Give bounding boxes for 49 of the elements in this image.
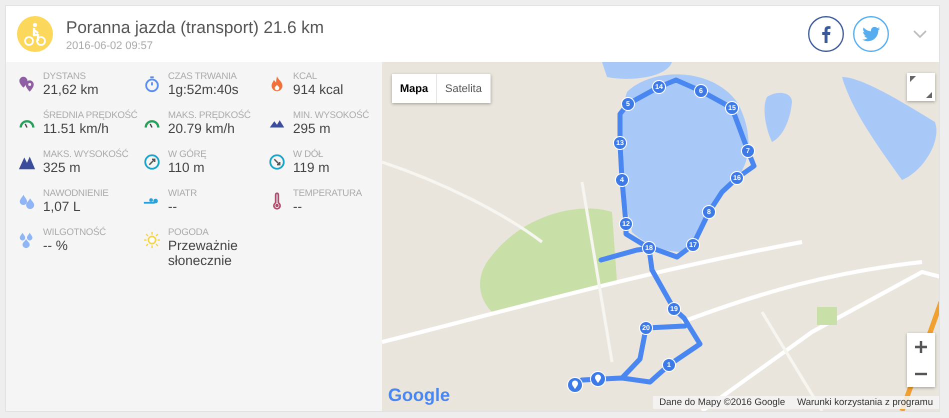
stat-label: ŚREDNIA PRĘDKOŚĆ <box>43 110 138 121</box>
stat-label: NAWODNIENIE <box>43 188 109 199</box>
stat-label: MIN. WYSOKOŚĆ <box>293 110 370 121</box>
map-pins-icon <box>18 75 36 93</box>
stat-value: 20.79 km/h <box>168 121 236 136</box>
fullscreen-button[interactable] <box>907 73 935 101</box>
stat-value: -- % <box>43 238 69 253</box>
stat-label: KCAL <box>293 71 318 82</box>
stat-value: 11.51 km/h <box>43 121 110 136</box>
stat-label: TEMPERATURA <box>293 188 362 199</box>
terms-link[interactable]: Warunki korzystania z programu <box>791 396 939 409</box>
map-type-tab[interactable]: Satelita <box>437 74 491 103</box>
map-logo: Google <box>388 385 450 406</box>
stat-label: W GÓRĘ <box>168 149 206 160</box>
stat-value: 21,62 km <box>43 82 99 97</box>
plus-icon <box>914 340 928 354</box>
stat-label: WILGOTNOŚĆ <box>43 227 106 238</box>
stat-value: 325 m <box>43 160 82 175</box>
location-pin-icon <box>590 371 606 387</box>
stat-label: WIATR <box>168 188 197 199</box>
location-pin-icon <box>567 377 583 393</box>
compass-up-icon <box>143 153 161 171</box>
drops-icon <box>18 192 36 210</box>
stat-value: 110 m <box>168 160 206 175</box>
activity-title: Poranna jazda (transport) 21.6 km <box>66 16 325 38</box>
stat-value: Przeważnie słonecznie <box>168 238 239 268</box>
bicycle-icon <box>17 16 53 52</box>
stat-label: POGODA <box>168 227 210 238</box>
map-attribution: Dane do Mapy ©2016 Google <box>658 396 786 409</box>
zoom-out-button[interactable] <box>907 360 935 387</box>
activity-date: 2016-06-02 09:57 <box>66 40 154 52</box>
stat-value: 914 kcal <box>293 82 344 97</box>
map-type-tab[interactable]: Mapa <box>392 74 438 103</box>
stat-value: -- <box>293 199 303 214</box>
stat-label: W DÓŁ <box>293 149 324 160</box>
stat-value: -- <box>168 199 178 214</box>
stat-value: 1,07 L <box>43 199 82 214</box>
stat-value: 295 m <box>293 121 332 136</box>
stat-label: MAKS. WYSOKOŚĆ <box>43 149 128 160</box>
zoom-in-button[interactable] <box>907 333 935 360</box>
compass-down-icon <box>268 153 286 171</box>
stat-label: DYSTANS <box>43 71 87 82</box>
stat-value: 1g:52m:40s <box>168 82 239 97</box>
stat-value: 119 m <box>293 160 330 175</box>
stat-label: CZAS TRWANIA <box>168 71 238 82</box>
facebook-icon[interactable] <box>808 16 844 52</box>
sun-icon <box>143 231 161 249</box>
stopwatch-icon <box>143 75 161 93</box>
stat-label: MAKS. PRĘDKOŚĆ <box>168 110 251 121</box>
